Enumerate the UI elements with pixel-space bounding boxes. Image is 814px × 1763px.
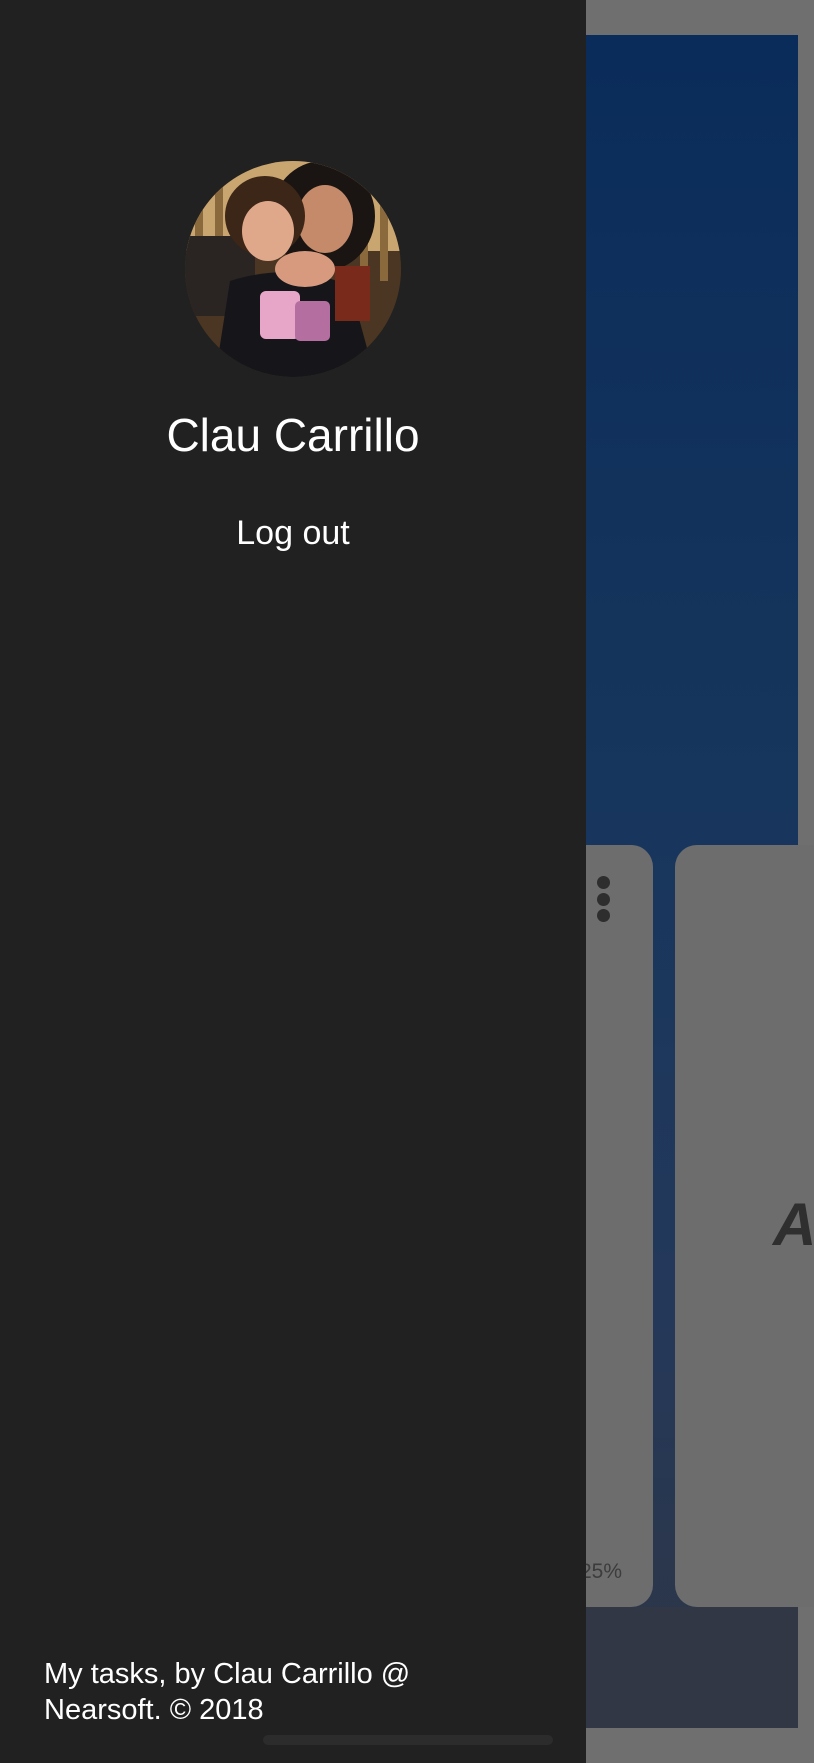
credits-text: My tasks, by Clau Carrillo @ Nearsoft. ©… [44, 1656, 544, 1728]
user-name: Clau Carrillo [166, 409, 420, 461]
home-indicator[interactable] [263, 1735, 553, 1745]
credits-line: Nearsoft. © 2018 [44, 1694, 264, 1726]
task-progress-percent: 25% [580, 1560, 623, 1583]
more-vertical-icon[interactable] [596, 876, 610, 922]
screen: 25% A Clau Carrillo Log out My tasks, by… [0, 0, 814, 1763]
task-card-letter: A [773, 1191, 814, 1258]
navigation-drawer: Clau Carrillo Log out My tasks, by Clau … [0, 0, 586, 1763]
credits-line: My tasks, by Clau Carrillo @ [44, 1658, 411, 1690]
logout-button[interactable]: Log out [0, 514, 586, 553]
avatar [185, 161, 401, 377]
